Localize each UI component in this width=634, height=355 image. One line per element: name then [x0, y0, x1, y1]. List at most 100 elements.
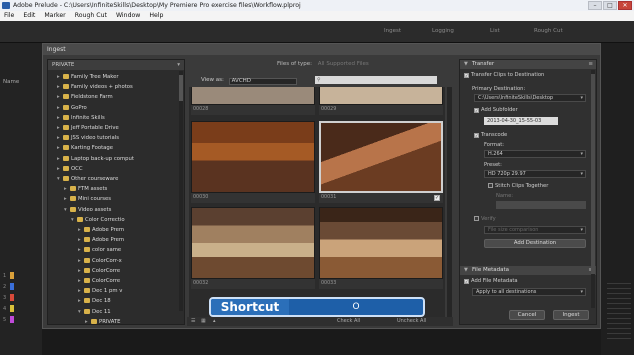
panel-menu-icon[interactable]: ≡ [588, 60, 593, 69]
uncheck-all-button[interactable]: Uncheck All [397, 318, 426, 325]
workspace-rough-cut[interactable]: Rough Cut [534, 28, 563, 34]
preset-select[interactable]: HD 720p 29.97 ▾ [484, 170, 586, 178]
transcode-label: Transcode [481, 132, 508, 138]
tree-scrollbar[interactable] [179, 71, 183, 311]
tree-folder-label: ColorCorr-x [92, 257, 122, 264]
close-button[interactable]: ✕ [618, 1, 632, 10]
workspace-logging[interactable]: Logging [432, 28, 454, 34]
add-subfolder-checkbox[interactable]: ✓ Add Subfolder [474, 107, 518, 113]
tree-folder-item[interactable]: ▸ FTM assets [64, 185, 107, 193]
add-file-metadata-checkbox[interactable]: ✓ Add File Metadata [464, 278, 518, 284]
check-all-button[interactable]: Check All [337, 318, 360, 325]
tree-folder-item[interactable]: ▸ PRIVATE [85, 318, 121, 326]
tree-folder-item[interactable]: ▸ ColorCorr-x [78, 257, 122, 265]
format-select[interactable]: H.264 ▾ [484, 150, 586, 158]
primary-destination-select[interactable]: C:\Users\InfiniteSkills\Desktop ▾ [474, 94, 586, 102]
list-view-icon[interactable]: ☰ [191, 318, 195, 325]
search-input[interactable]: ⚲ [315, 76, 437, 84]
clip-meta: 00032 [191, 279, 315, 289]
tree-folder-item[interactable]: ▸ color same [78, 246, 121, 254]
chevron-down-icon: ▾ [580, 171, 583, 177]
tree-folder-label: Dec 11 [92, 308, 111, 315]
tree-folder-item[interactable]: ▾ Dec 11 [78, 308, 111, 316]
menu-window[interactable]: Window [116, 11, 140, 21]
menu-rough-cut[interactable]: Rough Cut [75, 11, 107, 21]
ingest-button[interactable]: Ingest [553, 310, 589, 320]
file-metadata-section-header[interactable]: ▼ File Metadata ≡ [460, 266, 596, 275]
clip-thumbnail[interactable]: 00029 [319, 87, 443, 115]
tree-folder-item[interactable]: ▾ Other courseware [57, 175, 118, 183]
add-destination-button[interactable]: Add Destination [484, 239, 586, 248]
transcode-checkbox[interactable]: ✓ Transcode [474, 132, 507, 138]
clip-thumbnail[interactable]: 00028 [191, 87, 315, 115]
transfer-section-header[interactable]: ▼ Transfer ≡ [460, 60, 596, 69]
clip-thumbnail[interactable]: 00032 [191, 207, 315, 289]
view-as-select[interactable]: AVCHD [228, 78, 297, 85]
subfolder-input[interactable]: 2013-04-30_15-55-03 [484, 117, 558, 125]
cancel-button[interactable]: Cancel [509, 310, 545, 320]
tree-folder-item[interactable]: ▸ Dec 18 [78, 297, 111, 305]
clip-thumbnail[interactable]: 00030 [191, 121, 315, 203]
settings-scrollbar[interactable] [591, 70, 595, 308]
menu-file[interactable]: File [4, 11, 14, 21]
tree-folder-label: Jeff Portable Drive [71, 125, 119, 131]
tree-folder-label: Karting Footage [71, 145, 114, 152]
track-number: 4 [3, 305, 7, 312]
tree-folder-item[interactable]: ▸ Dec 1 pm v [78, 287, 122, 295]
files-of-type[interactable]: Files of type: All Supported Files [277, 61, 369, 67]
drive-selector[interactable]: PRIVATE ▾ [48, 60, 184, 70]
tree-folder-item[interactable]: ▸ ColorCorre [78, 267, 120, 275]
tree-folder-item[interactable]: ▸ GoPro [57, 104, 87, 112]
tree-folder-item[interactable]: ▸ Adobe Prem [78, 236, 124, 244]
folder-icon [70, 186, 76, 192]
tree-folder-item[interactable]: ▾ Video assets [64, 206, 111, 214]
tree-folder-item[interactable]: ▸ Mini courses [64, 195, 111, 203]
verify-checkbox[interactable]: Verify [474, 216, 496, 222]
workspace-list[interactable]: List [490, 28, 500, 34]
zoom-slider-icon[interactable]: ▴ [213, 318, 216, 325]
clip-thumbnail-selected[interactable]: 00031 ✓ [319, 121, 443, 203]
tree-folder-item[interactable]: ▸ ColorCorre [78, 277, 120, 285]
tree-folder-item[interactable]: ▸ Adobe Prem [78, 226, 124, 234]
folder-icon [70, 196, 76, 202]
stitch-checkbox[interactable]: Stitch Clips Together [488, 183, 548, 189]
tree-folder-item[interactable]: ▸ OCC [57, 165, 83, 173]
tree-folder-label: Fieldstone Farm [71, 94, 113, 101]
thumbnail-view-icon[interactable]: ▦ [201, 318, 206, 325]
tree-folder-item[interactable]: ▸ Family videos + photos [57, 83, 133, 91]
clip-thumbnail[interactable]: 00033 [319, 207, 443, 289]
scroll-thumb[interactable] [591, 74, 595, 274]
folder-icon [91, 318, 97, 324]
workspace-ingest[interactable]: Ingest [384, 28, 401, 34]
tree-folder-item[interactable]: ▸ Fieldstone Farm [57, 93, 113, 101]
track-number: 1 [3, 272, 7, 279]
scroll-thumb[interactable] [179, 75, 183, 101]
verify-select[interactable]: File size comparison ▾ [484, 226, 586, 234]
folder-icon [77, 216, 83, 222]
minimize-button[interactable]: – [588, 1, 602, 10]
tree-folder-item[interactable]: ▸ JSS video tutorials [57, 134, 119, 142]
primary-destination-label: Primary Destination: [472, 86, 526, 92]
tree-folder-label: Laptop back-up comput [71, 155, 134, 162]
project-name-column[interactable]: Name [3, 79, 19, 85]
tree-folder-item[interactable]: ▸ Infinite Skills [57, 114, 105, 122]
tree-folder-label: Dec 18 [92, 298, 111, 305]
menu-edit[interactable]: Edit [23, 11, 35, 21]
tree-folder-label: Mini courses [78, 196, 112, 203]
clip-checkbox[interactable]: ✓ [434, 195, 440, 201]
tree-folder-item[interactable]: ▸ Jeff Portable Drive [57, 124, 119, 132]
tree-folder-item[interactable]: ▸ Karting Footage [57, 144, 113, 152]
transfer-clips-checkbox[interactable]: ✓ Transfer Clips to Destination [464, 72, 544, 78]
menu-marker[interactable]: Marker [44, 11, 65, 21]
tree-folder-item[interactable]: ▾ Color Correctio [71, 216, 125, 224]
apply-metadata-select[interactable]: Apply to all destinations ▾ [472, 288, 586, 296]
maximize-button[interactable]: □ [603, 1, 617, 10]
tree-folder-label: Family videos + photos [71, 84, 133, 91]
tree-folder-item[interactable]: ▸ Family Tree Maker [57, 73, 119, 81]
tree-folder-label: Other courseware [71, 176, 119, 182]
folder-icon [63, 74, 69, 79]
menu-help[interactable]: Help [149, 11, 163, 21]
stitch-name-input[interactable] [496, 201, 586, 209]
tree-folder-item[interactable]: ▸ Laptop back-up comput [57, 155, 134, 163]
grid-scrollbar[interactable] [447, 87, 452, 317]
